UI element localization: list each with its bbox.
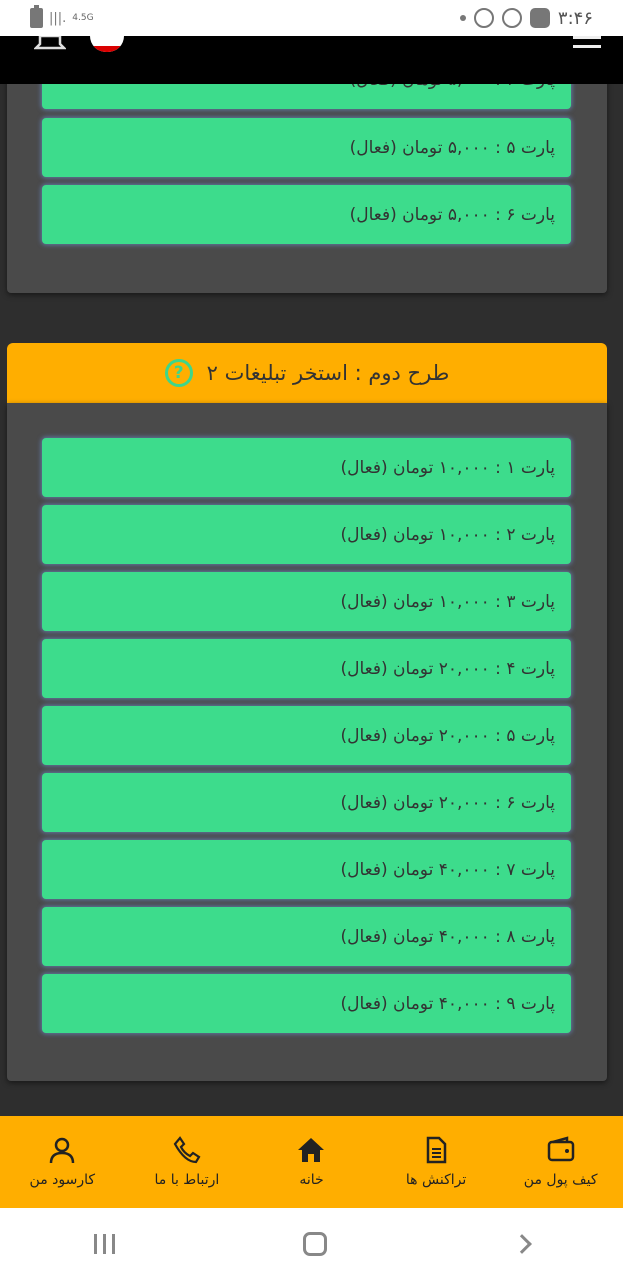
plan2-part-2[interactable]: پارت ۲ : ۱۰,۰۰۰ تومان (فعال) bbox=[42, 505, 571, 564]
plan2-part-5[interactable]: پارت ۵ : ۲۰,۰۰۰ تومان (فعال) bbox=[42, 706, 571, 765]
wallet-icon bbox=[547, 1136, 574, 1162]
nav-wallet[interactable]: کیف پول من bbox=[499, 1136, 623, 1188]
network-type: 4.5G bbox=[72, 12, 94, 23]
user-icon bbox=[50, 1137, 75, 1164]
nav-wallet-label: کیف پول من bbox=[523, 1172, 598, 1188]
home-button-icon[interactable] bbox=[303, 1232, 327, 1256]
nav-contact[interactable]: ارتباط با ما bbox=[125, 1136, 249, 1188]
nav-profit[interactable]: کارسود من bbox=[0, 1136, 124, 1188]
bottom-navigation: کیف پول من تراکنش ها خانه ارتباط با ما ک… bbox=[0, 1116, 623, 1208]
app-header bbox=[0, 36, 623, 84]
nav-transactions-label: تراکنش ها bbox=[405, 1172, 467, 1188]
recent-apps-icon[interactable] bbox=[94, 1234, 115, 1254]
app-notification-icon bbox=[529, 8, 550, 28]
plan1-part-5[interactable]: پارت ۵ : ۵,۰۰۰ تومان (فعال) bbox=[42, 118, 571, 177]
menu-icon[interactable] bbox=[573, 36, 601, 48]
status-bar: |||. 4.5G ۳:۴۶ bbox=[0, 0, 623, 36]
plan1-part-6[interactable]: پارت ۶ : ۵,۰۰۰ تومان (فعال) bbox=[42, 185, 571, 244]
help-icon[interactable]: ? bbox=[164, 359, 193, 387]
signal-icon: |||. bbox=[49, 10, 67, 26]
clock: ۳:۴۶ bbox=[557, 7, 593, 29]
nav-home-label: خانه bbox=[299, 1172, 324, 1188]
status-right: ۳:۴۶ bbox=[459, 7, 593, 29]
plan2-part-9[interactable]: پارت ۹ : ۴۰,۰۰۰ تومان (فعال) bbox=[42, 974, 571, 1033]
main-content: پارت ۴ : ۵,۰۰۰ تومان (فعال) پارت ۵ : ۵,۰… bbox=[0, 84, 623, 1116]
plan1-part-4[interactable]: پارت ۴ : ۵,۰۰۰ تومان (فعال) bbox=[42, 84, 571, 109]
plan2-part-3[interactable]: پارت ۳ : ۱۰,۰۰۰ تومان (فعال) bbox=[42, 572, 571, 631]
notification-dot-icon bbox=[459, 15, 466, 21]
plan2-part-4[interactable]: پارت ۴ : ۲۰,۰۰۰ تومان (فعال) bbox=[42, 639, 571, 698]
plan2-part-7[interactable]: پارت ۷ : ۴۰,۰۰۰ تومان (فعال) bbox=[42, 840, 571, 899]
nav-contact-label: ارتباط با ما bbox=[154, 1172, 220, 1188]
bell-icon[interactable] bbox=[34, 36, 66, 50]
document-icon bbox=[426, 1136, 447, 1164]
plan2-part-1[interactable]: پارت ۱ : ۱۰,۰۰۰ تومان (فعال) bbox=[42, 438, 571, 497]
phone-icon bbox=[173, 1136, 201, 1164]
system-navigation-bar bbox=[0, 1208, 623, 1280]
battery-icon bbox=[30, 5, 43, 28]
whatsapp-icon bbox=[501, 8, 522, 28]
nav-home[interactable]: خانه bbox=[249, 1136, 373, 1188]
plan2-title: طرح دوم : استخر تبلیغات ۲ bbox=[206, 361, 450, 385]
back-icon[interactable] bbox=[512, 1234, 532, 1254]
plan2-header: طرح دوم : استخر تبلیغات ۲ ? bbox=[7, 343, 607, 403]
status-left: |||. 4.5G bbox=[30, 5, 94, 28]
nav-transactions[interactable]: تراکنش ها bbox=[374, 1136, 498, 1188]
plan2-part-8[interactable]: پارت ۸ : ۴۰,۰۰۰ تومان (فعال) bbox=[42, 907, 571, 966]
flag-icon[interactable] bbox=[90, 36, 124, 52]
nav-profit-label: کارسود من bbox=[29, 1172, 96, 1188]
plan2-part-6[interactable]: پارت ۶ : ۲۰,۰۰۰ تومان (فعال) bbox=[42, 773, 571, 832]
home-icon bbox=[298, 1138, 325, 1162]
app-notification-icon bbox=[473, 8, 494, 28]
